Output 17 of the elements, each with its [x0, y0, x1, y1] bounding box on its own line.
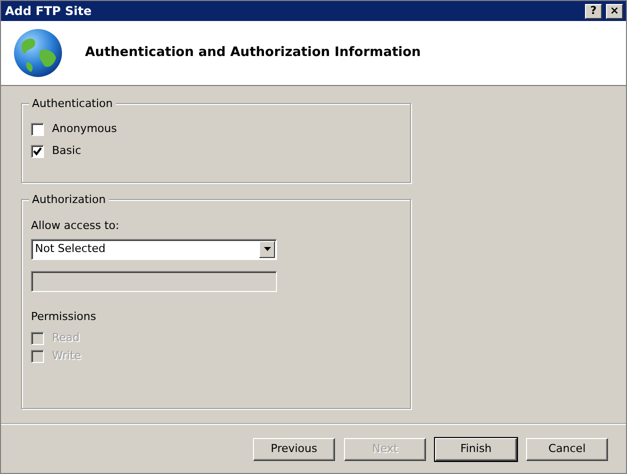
wizard-button[interactable]: Previous — [253, 438, 335, 460]
window-title: Add FTP Site — [5, 3, 92, 20]
field-label: Permissions — [31, 308, 98, 324]
wizard-button[interactable]: Finish — [435, 438, 517, 460]
wizard-button[interactable]: Cancel — [526, 438, 608, 460]
caption-button[interactable]: × — [606, 4, 623, 18]
caption-button[interactable]: ? — [585, 4, 602, 18]
dropdown[interactable]: Not Selected — [31, 238, 277, 260]
dropdown-value: Not Selected — [35, 240, 106, 257]
page-heading: Authentication and Authorization Information — [85, 44, 421, 62]
checkbox-label: Anonymous — [52, 120, 117, 137]
field-label: Allow access to: — [31, 218, 120, 234]
checkbox[interactable] — [31, 144, 44, 158]
dropdown-arrow-icon — [264, 247, 270, 251]
globe-icon — [13, 28, 63, 78]
checkbox[interactable] — [31, 122, 44, 136]
checkbox-label: Basic — [52, 142, 82, 159]
